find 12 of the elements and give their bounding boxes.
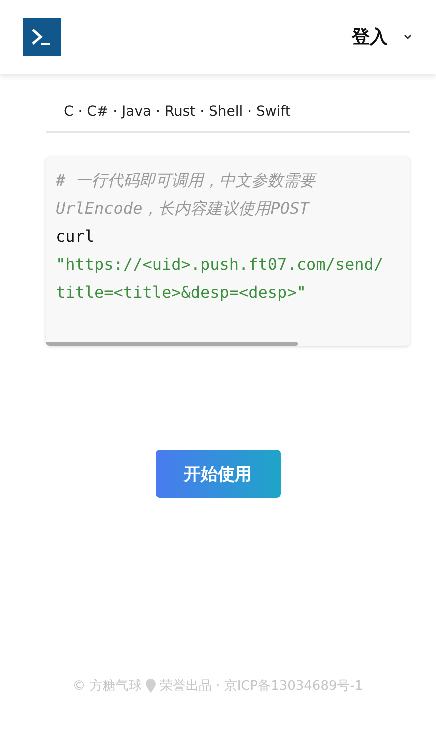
credit-text: 荣誉出品 · 京ICP备13034689号-1: [160, 678, 364, 695]
pin-icon: [146, 679, 156, 693]
login-link[interactable]: 登入: [352, 25, 388, 49]
code-comment: UrlEncode，长内容建议使用POST: [56, 198, 311, 220]
terminal-logo-icon[interactable]: [23, 18, 61, 56]
language-list: C · C# · Java · Rust · Shell · Swift: [64, 104, 291, 120]
code-line: title=<title>&desp=<desp>": [56, 282, 308, 304]
code-line: "https://<uid>.push.ft07.com/send/: [56, 254, 385, 276]
code-comment: # 一行代码即可调用，中文参数需要: [56, 170, 318, 192]
code-line: curl: [56, 226, 96, 248]
copyright-text: © 方糖气球: [72, 678, 142, 695]
scrollbar-thumb[interactable]: [46, 342, 298, 346]
